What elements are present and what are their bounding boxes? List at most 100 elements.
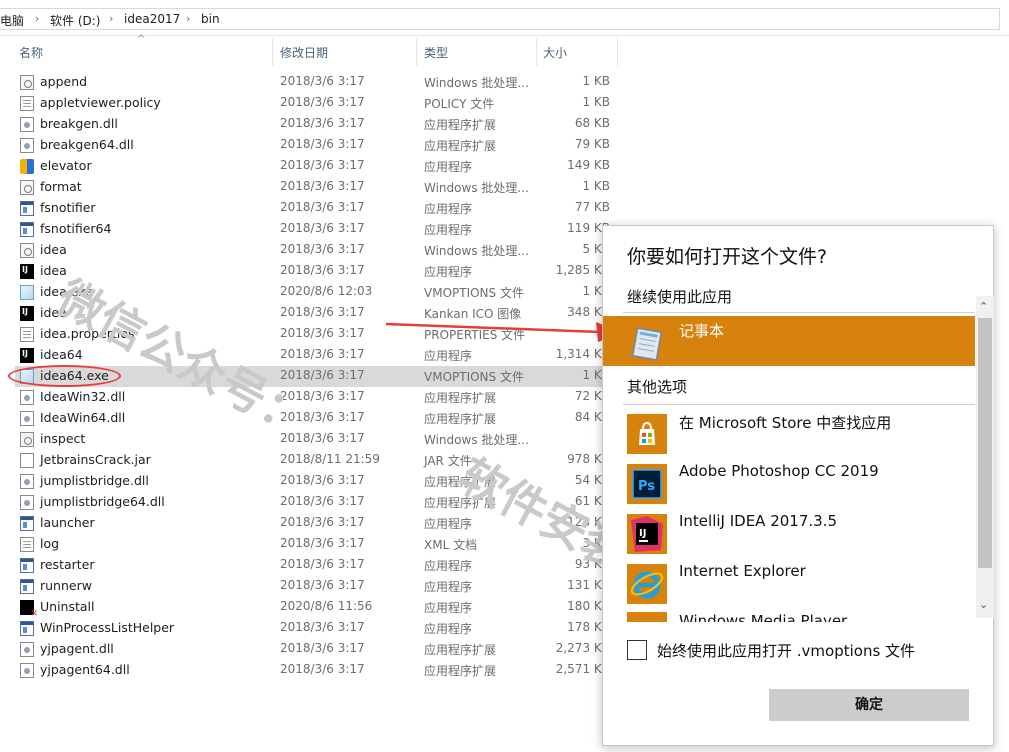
- file-name: idea: [40, 305, 67, 320]
- file-row[interactable]: idea2018/3/6 3:17应用程序1,285 KB: [15, 261, 618, 282]
- column-divider[interactable]: [617, 38, 618, 66]
- app-label: 记事本: [679, 322, 725, 340]
- store-icon: [627, 414, 667, 454]
- file-row[interactable]: fsnotifier 2018/3/6 3:17 应用程序 77 KB: [15, 198, 618, 219]
- file-date: 2018/3/6 3:17: [280, 662, 365, 676]
- file-size: 77 KB: [574, 200, 610, 214]
- file-date: 2018/3/6 3:17: [280, 494, 365, 508]
- app-option-notepad[interactable]: 记事本: [603, 316, 975, 366]
- file-date: 2018/3/6 3:17: [280, 326, 365, 340]
- file-row[interactable]: JetbrainsCrack.jar 2018/8/11 21:59 JAR 文件 9…: [15, 450, 618, 471]
- file-row[interactable]: runnerw 2018/3/6 3:17 应用程序 131 KB: [15, 576, 618, 597]
- column-divider[interactable]: [536, 38, 537, 66]
- file-date: 2018/3/6 3:17: [280, 242, 365, 256]
- file-row[interactable]: jumplistbridge64.dll 2018/3/6 3:17 应用程序扩展 6…: [15, 492, 618, 513]
- file-row[interactable]: format 2018/3/6 3:17 Windows 批处理... 1 KB: [15, 177, 618, 198]
- file-size: 149 KB: [567, 158, 610, 172]
- scrollbar-thumb[interactable]: [978, 318, 992, 568]
- scroll-up-icon[interactable]: ⌃: [979, 300, 988, 313]
- file-type: 应用程序: [424, 265, 473, 279]
- file-date: 2018/3/6 3:17: [280, 158, 365, 172]
- uninstall-icon: [20, 600, 38, 619]
- file-name: inspect: [40, 431, 86, 446]
- file-type: 应用程序扩展: [424, 139, 497, 153]
- vmoptions-file-icon: [20, 285, 34, 300]
- file-name: yjpagent64.dll: [40, 662, 130, 677]
- application-icon: [20, 201, 34, 216]
- app-option-wmp[interactable]: Windows Media Player: [603, 606, 975, 622]
- file-row[interactable]: breakgen64.dll 2018/3/6 3:17 应用程序扩展 79 KB: [15, 135, 618, 156]
- column-header-name[interactable]: 名称: [19, 44, 43, 61]
- file-row[interactable]: breakgen.dll 2018/3/6 3:17 应用程序扩展 68 KB: [15, 114, 618, 135]
- app-list-scrollbar[interactable]: ⌃ ⌄: [976, 296, 994, 618]
- column-header-size[interactable]: 大小: [543, 44, 567, 61]
- breadcrumb-separator: ›: [109, 12, 114, 25]
- dll-file-icon: [20, 411, 34, 426]
- breadcrumb-item-idea2017[interactable]: idea2017: [124, 12, 180, 26]
- file-row[interactable]: IdeaWin32.dll 2018/3/6 3:17 应用程序扩展 72 KB: [15, 387, 618, 408]
- file-type: POLICY 文件: [424, 97, 495, 111]
- divider: [623, 404, 975, 405]
- breadcrumb-item-drive[interactable]: 软件 (D:): [50, 12, 100, 29]
- keep-using-heading: 继续使用此应用: [627, 288, 733, 306]
- file-type: Windows 批处理...: [424, 244, 529, 258]
- file-type: JAR 文件: [424, 454, 472, 468]
- file-size: 1 KB: [582, 179, 610, 193]
- file-type: 应用程序扩展: [424, 412, 497, 426]
- file-row[interactable]: WinProcessListHelper 2018/3/6 3:17 应用程序 178…: [15, 618, 618, 639]
- file-row[interactable]: yjpagent.dll 2018/3/6 3:17 应用程序扩展 2,273 KB: [15, 639, 618, 660]
- file-date: 2018/3/6 3:17: [280, 536, 365, 550]
- file-name: Uninstall: [40, 599, 95, 614]
- file-row[interactable]: IdeaWin64.dll 2018/3/6 3:17 应用程序扩展 84 KB: [15, 408, 618, 429]
- scroll-down-icon[interactable]: ⌄: [979, 598, 988, 611]
- file-row[interactable]: inspect 2018/3/6 3:17 Windows 批处理...: [15, 429, 618, 450]
- file-row[interactable]: yjpagent64.dll 2018/3/6 3:17 应用程序扩展 2,571 K…: [15, 660, 618, 681]
- file-date: 2018/3/6 3:17: [280, 431, 365, 445]
- file-row[interactable]: idea 2018/3/6 3:17 Windows 批处理... 5 KB: [15, 240, 618, 261]
- file-date: 2018/3/6 3:17: [280, 620, 365, 634]
- file-name: breakgen64.dll: [40, 137, 134, 152]
- file-row[interactable]: log 2018/3/6 3:17 XML 文档 3 KB: [15, 534, 618, 555]
- ok-button[interactable]: 确定: [769, 689, 969, 721]
- file-row[interactable]: launcher 2018/3/6 3:17 应用程序 123 KB: [15, 513, 618, 534]
- file-row[interactable]: Uninstall2020/8/6 11:56应用程序180 KB: [15, 597, 618, 619]
- app-label: 在 Microsoft Store 中查找应用: [679, 414, 892, 432]
- annotation-arrow: [385, 322, 624, 342]
- file-date: 2018/3/6 3:17: [280, 179, 365, 193]
- file-name: jumplistbridge.dll: [40, 473, 149, 488]
- column-divider[interactable]: [272, 38, 273, 66]
- file-date: 2018/3/6 3:17: [280, 473, 365, 487]
- always-use-checkbox[interactable]: [627, 640, 647, 660]
- file-date: 2018/3/6 3:17: [280, 221, 365, 235]
- file-row[interactable]: jumplistbridge.dll 2018/3/6 3:17 应用程序扩展 54 …: [15, 471, 618, 492]
- file-row[interactable]: restarter 2018/3/6 3:17 应用程序 93 KB: [15, 555, 618, 576]
- file-row[interactable]: idea.exe 2020/8/6 12:03 VMOPTIONS 文件 1 KB: [15, 282, 618, 303]
- file-row[interactable]: fsnotifier64 2018/3/6 3:17 应用程序 119 KB: [15, 219, 618, 240]
- file-date: 2018/3/6 3:17: [280, 74, 365, 88]
- file-name: breakgen.dll: [40, 116, 118, 131]
- file-row[interactable]: elevator 2018/3/6 3:17 应用程序 149 KB: [15, 156, 618, 177]
- file-type: VMOPTIONS 文件: [424, 370, 524, 384]
- file-row[interactable]: append 2018/3/6 3:17 Windows 批处理... 1 KB: [15, 72, 618, 93]
- column-header-date[interactable]: 修改日期: [280, 44, 328, 61]
- app-option-intellij[interactable]: IJ IntelliJ IDEA 2017.3.5: [603, 506, 975, 556]
- breadcrumb-item-bin[interactable]: bin: [201, 12, 220, 26]
- column-header-type[interactable]: 类型: [424, 44, 448, 61]
- notepad-icon: [627, 324, 667, 364]
- app-label: IntelliJ IDEA 2017.3.5: [679, 512, 838, 530]
- intellij-file-icon: [20, 348, 34, 363]
- file-name: elevator: [40, 158, 92, 173]
- column-divider[interactable]: [416, 38, 417, 66]
- app-label: Windows Media Player: [679, 612, 848, 622]
- app-option-photoshop[interactable]: Ps Adobe Photoshop CC 2019: [603, 456, 975, 506]
- svg-text:Ps: Ps: [638, 479, 655, 494]
- app-option-store[interactable]: 在 Microsoft Store 中查找应用: [603, 406, 975, 456]
- breadcrumb[interactable]: 电脑 › 软件 (D:) › idea2017 › bin: [0, 8, 1000, 30]
- app-option-ie[interactable]: Internet Explorer: [603, 556, 975, 606]
- file-date: 2018/3/6 3:17: [280, 200, 365, 214]
- breadcrumb-item-pc[interactable]: 电脑: [0, 12, 24, 29]
- file-date: 2020/8/6 12:03: [280, 284, 373, 298]
- file-type: 应用程序扩展: [424, 475, 497, 489]
- always-use-label[interactable]: 始终使用此应用打开 .vmoptions 文件: [657, 640, 915, 661]
- file-row[interactable]: appletviewer.policy 2018/3/6 3:17 POLICY 文…: [15, 93, 618, 114]
